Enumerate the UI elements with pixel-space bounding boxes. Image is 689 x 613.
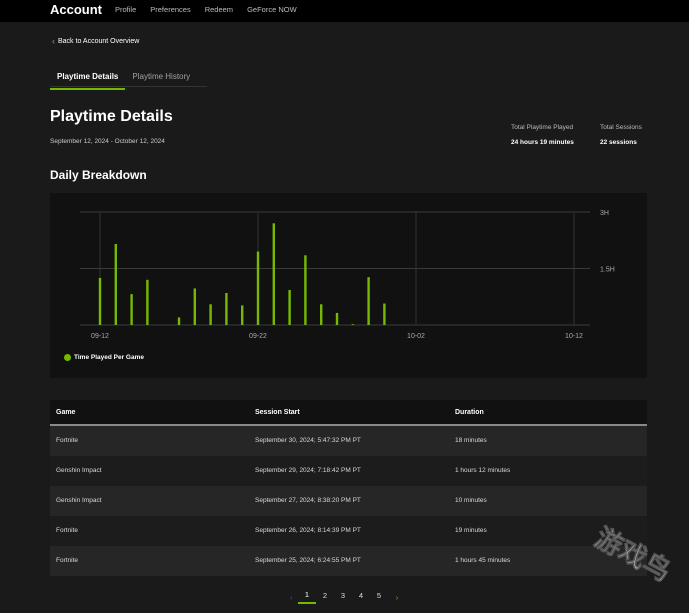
page-button-3[interactable]: 3 [334, 591, 352, 603]
daily-breakdown-chart: 09-12 09-22 10-02 10-12 1.5H 3H Time Played P… [50, 193, 647, 378]
chart-bar [256, 251, 260, 325]
brand-title[interactable]: Account [50, 2, 102, 17]
stat-label: Total Sessions [600, 124, 642, 131]
chart-bar [272, 223, 275, 325]
section-title: Daily Breakdown [50, 168, 147, 182]
table-row: Genshin Impact September 27, 2024; 8:38:… [50, 486, 647, 516]
cell-session-start: September 30, 2024; 5:47:32 PM PT [255, 437, 361, 444]
x-tick-label: 09-22 [249, 333, 267, 340]
chart-legend: Time Played Per Game [64, 354, 144, 361]
tabs-divider [50, 86, 207, 87]
chart-bar [304, 255, 307, 325]
back-link-label: Back to Account Overview [58, 38, 140, 45]
cell-game: Genshin Impact [56, 497, 102, 504]
table-row: Genshin Impact September 29, 2024; 7:18:… [50, 456, 647, 486]
cell-duration: 1 hours 12 minutes [455, 467, 511, 474]
column-header-duration: Duration [455, 409, 484, 416]
pagination: ‹ 1 2 3 4 5 › [290, 590, 406, 604]
chart-bar [320, 304, 323, 325]
chart-canvas: 09-12 09-22 10-02 10-12 1.5H 3H [80, 210, 615, 340]
nav-geforce-now[interactable]: GeForce NOW [247, 5, 297, 14]
chart-bar [335, 312, 339, 325]
chevron-left-icon[interactable]: ‹ [290, 593, 298, 602]
nav-preferences[interactable]: Preferences [150, 5, 190, 14]
cell-session-start: September 27, 2024; 8:38:20 PM PT [255, 497, 361, 504]
back-link[interactable]: ‹ Back to Account Overview [52, 36, 140, 46]
cell-session-start: September 25, 2024; 6:24:55 PM PT [255, 557, 361, 564]
table-row: Fortnite September 26, 2024; 8:14:39 PM … [50, 516, 647, 546]
x-tick-label: 10-12 [565, 333, 583, 340]
column-header-session-start: Session Start [255, 409, 300, 416]
page-button-1[interactable]: 1 [298, 590, 316, 604]
stat-value: 22 sessions [600, 139, 637, 146]
cell-game: Fortnite [56, 437, 79, 444]
page-button-5[interactable]: 5 [370, 591, 388, 603]
chart-bar [383, 303, 386, 325]
chevron-left-icon: ‹ [52, 36, 55, 46]
tabs: Playtime Details Playtime History [50, 70, 197, 90]
nav-profile[interactable]: Profile [115, 5, 136, 14]
svg-text:游戏鸟: 游戏鸟 [590, 522, 677, 588]
cell-duration: 18 minutes [455, 437, 487, 444]
chart-bar [130, 294, 133, 325]
chart-bar [98, 277, 102, 325]
chart-bar [193, 288, 196, 325]
stat-total-playtime: Total Playtime Played 24 hours 19 minute… [511, 124, 574, 146]
cell-game: Fortnite [56, 527, 79, 534]
chart-bar [114, 244, 117, 325]
tab-playtime-details[interactable]: Playtime Details [50, 70, 126, 90]
chart-bar [146, 279, 149, 325]
nav-redeem[interactable]: Redeem [205, 5, 233, 14]
stat-value: 24 hours 19 minutes [511, 139, 574, 146]
table-row: Fortnite September 25, 2024; 6:24:55 PM … [50, 546, 647, 576]
cell-session-start: September 29, 2024; 7:18:42 PM PT [255, 467, 361, 474]
table-body: Fortnite September 30, 2024; 5:47:32 PM … [50, 426, 647, 576]
chart-bar [225, 292, 228, 325]
cell-duration: 19 minutes [455, 527, 487, 534]
cell-game: Fortnite [56, 557, 79, 564]
cell-duration: 1 hours 45 minutes [455, 557, 511, 564]
watermark-logo: 游戏鸟 [589, 521, 677, 588]
chart-bar [177, 317, 181, 325]
cell-session-start: September 26, 2024; 8:14:39 PM PT [255, 527, 361, 534]
chart-bar [288, 289, 291, 325]
table-header: Game Session Start Duration [50, 400, 647, 426]
stat-total-sessions: Total Sessions 22 sessions [600, 124, 642, 146]
chart-bar [241, 305, 244, 325]
chart-bar [209, 304, 212, 325]
chart-bar [367, 277, 370, 325]
date-range: September 12, 2024 - October 12, 2024 [50, 138, 165, 145]
top-nav-bar: Account Profile Preferences Redeem GeFor… [0, 0, 689, 22]
cell-duration: 10 minutes [455, 497, 487, 504]
page-button-4[interactable]: 4 [352, 591, 370, 603]
sessions-table: Game Session Start Duration Fortnite Sep… [50, 400, 647, 576]
chart-bar [351, 324, 354, 326]
x-tick-label: 10-02 [407, 333, 425, 340]
y-tick-label: 1.5H [600, 267, 615, 274]
table-row: Fortnite September 30, 2024; 5:47:32 PM … [50, 426, 647, 456]
legend-dot-icon [64, 354, 71, 361]
cell-game: Genshin Impact [56, 467, 102, 474]
chevron-right-icon[interactable]: › [388, 593, 406, 602]
top-nav: Profile Preferences Redeem GeForce NOW [115, 5, 311, 14]
tab-playtime-history[interactable]: Playtime History [125, 70, 197, 90]
stat-label: Total Playtime Played [511, 124, 574, 131]
y-tick-label: 3H [600, 210, 609, 217]
legend-label: Time Played Per Game [74, 354, 144, 361]
page-button-2[interactable]: 2 [316, 591, 334, 603]
x-tick-label: 09-12 [91, 333, 109, 340]
page-title: Playtime Details [50, 108, 173, 125]
column-header-game: Game [56, 409, 76, 416]
